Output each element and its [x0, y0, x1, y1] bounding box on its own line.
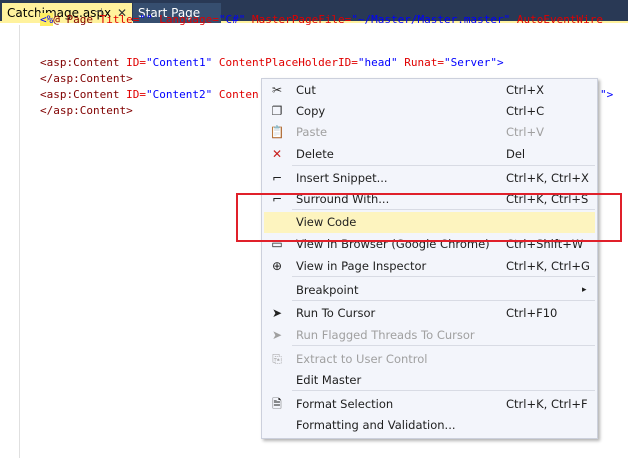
menu-separator [292, 276, 595, 277]
page-inspector-icon: ⊕ [271, 259, 283, 273]
code-token: @ Page [53, 13, 100, 26]
code-line-2[interactable]: <asp:Content ID="Content1" ContentPlaceH… [40, 56, 504, 69]
menu-item-cut[interactable]: ✂ Cut Ctrl+X [264, 80, 595, 101]
menu-item-insert-snippet[interactable]: ⌐ Insert Snippet... Ctrl+K, Ctrl+X [264, 168, 595, 189]
menu-item-label: Run Flagged Threads To Cursor [296, 328, 475, 342]
code-token: > [497, 56, 504, 69]
code-token: ID= [126, 56, 146, 69]
menu-item-breakpoint[interactable]: Breakpoint ▸ [264, 280, 595, 301]
code-token: MasterPageFile= [245, 13, 352, 26]
menu-item-shortcut: Ctrl+K, Ctrl+G [506, 259, 590, 273]
menu-item-shortcut: Ctrl+K, Ctrl+F [506, 397, 588, 411]
menu-item-extract-to-user-control[interactable]: ⎘ Extract to User Control [264, 349, 595, 370]
code-line-5[interactable]: </asp:Content> [40, 104, 133, 117]
code-line-4-tail: "> [600, 88, 614, 101]
menu-item-run-flagged-threads-to-cursor[interactable]: ➤ Run Flagged Threads To Cursor [264, 325, 595, 346]
menu-item-label: Insert Snippet... [296, 171, 388, 185]
menu-item-label: Copy [296, 104, 326, 118]
code-token: ContentPlaceHolderID= [212, 56, 358, 69]
menu-item-label: Cut [296, 83, 316, 97]
highlight-annotation-box [236, 193, 622, 242]
code-token: "C#" [218, 13, 246, 26]
code-token: "~/Master/Master.master" [351, 13, 511, 26]
menu-item-edit-master[interactable]: Edit Master [264, 370, 595, 391]
menu-separator [292, 390, 595, 391]
menu-item-label: Extract to User Control [296, 352, 428, 366]
code-token: Runat= [397, 56, 445, 69]
menu-item-formatting-and-validation[interactable]: Formatting and Validation... [264, 415, 595, 436]
delete-icon: ✕ [271, 147, 283, 161]
menu-item-shortcut: Del [506, 147, 526, 161]
menu-item-view-in-page-inspector[interactable]: ⊕ View in Page Inspector Ctrl+K, Ctrl+G [264, 256, 595, 277]
cut-icon: ✂ [271, 83, 283, 97]
insert-snippet-icon: ⌐ [271, 171, 283, 185]
menu-item-shortcut: Ctrl+F10 [506, 306, 558, 320]
menu-item-paste[interactable]: 📋 Paste Ctrl+V [264, 122, 595, 143]
menu-item-copy[interactable]: ❐ Copy Ctrl+C [264, 101, 595, 122]
code-token: "Content1" [145, 56, 213, 69]
menu-item-label: Breakpoint [296, 283, 359, 297]
menu-separator [292, 165, 595, 166]
menu-separator [292, 345, 595, 346]
code-line-1[interactable]: <%@ Page Title="" Language="C#" MasterPa… [40, 13, 603, 26]
context-menu: ✂ Cut Ctrl+X ❐ Copy Ctrl+C 📋 Paste Ctrl+V ✕ Delete… [261, 78, 598, 439]
code-token: Conten [212, 88, 259, 101]
paste-icon: 📋 [269, 125, 285, 139]
run-flagged-icon: ➤ [271, 328, 283, 342]
code-line-3[interactable]: </asp:Content> [40, 72, 133, 85]
menu-item-label: Delete [296, 147, 334, 161]
code-token: <asp:Content [40, 88, 127, 101]
menu-item-run-to-cursor[interactable]: ➤ Run To Cursor Ctrl+F10 [264, 303, 595, 324]
directive-open: <% [40, 13, 54, 26]
menu-item-shortcut: Ctrl+X [506, 83, 544, 97]
code-token: "" [139, 13, 153, 26]
code-token: Title= [99, 13, 140, 26]
menu-item-label: Format Selection [296, 397, 394, 411]
menu-item-shortcut: Ctrl+V [506, 125, 544, 139]
code-token: AutoEventWire [510, 13, 603, 26]
format-selection-icon: 🗎 [272, 397, 282, 411]
code-token: Language= [152, 13, 219, 26]
menu-item-label: Run To Cursor [296, 306, 376, 320]
code-line-4[interactable]: <asp:Content ID="Content2" Conten [40, 88, 259, 101]
copy-icon: ❐ [271, 104, 283, 118]
menu-item-format-selection[interactable]: 🗎 Format Selection Ctrl+K, Ctrl+F [264, 394, 595, 415]
menu-separator [292, 300, 595, 301]
code-token: "head" [357, 56, 398, 69]
menu-item-label: Edit Master [296, 373, 362, 387]
submenu-arrow-icon: ▸ [582, 285, 587, 295]
editor-gutter [0, 25, 20, 458]
code-token: <asp:Content [40, 56, 127, 69]
code-token: "Content2" [145, 88, 213, 101]
code-token: ID= [126, 88, 146, 101]
code-token: "Server" [444, 56, 497, 69]
menu-item-label: Paste [296, 125, 328, 139]
menu-item-shortcut: Ctrl+C [506, 104, 545, 118]
extract-control-icon: ⎘ [272, 352, 282, 366]
menu-item-delete[interactable]: ✕ Delete Del [264, 144, 595, 165]
menu-item-label: Formatting and Validation... [296, 418, 456, 432]
menu-item-shortcut: Ctrl+K, Ctrl+X [506, 171, 589, 185]
run-cursor-icon: ➤ [271, 306, 283, 320]
menu-item-label: View in Page Inspector [296, 259, 427, 273]
